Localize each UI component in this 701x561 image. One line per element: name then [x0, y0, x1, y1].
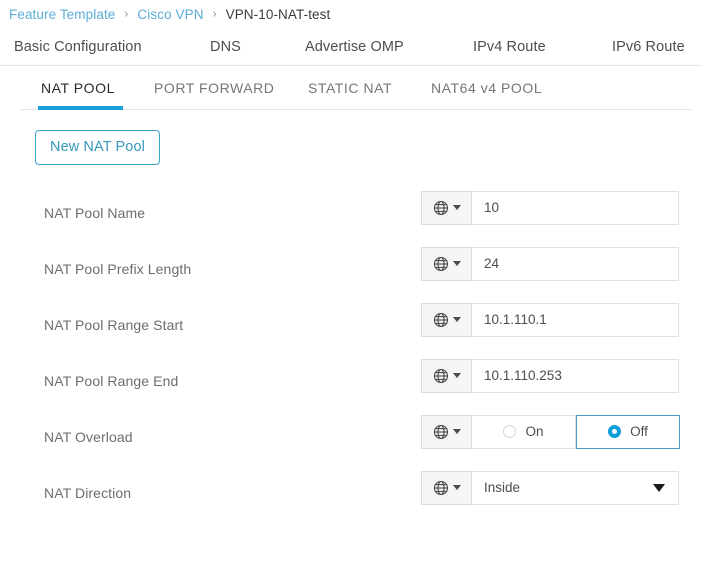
radio-option-off[interactable]: Off — [576, 414, 680, 449]
globe-icon — [433, 200, 449, 216]
breadcrumb-item-cisco-vpn[interactable]: Cisco VPN — [137, 7, 203, 22]
sub-tab-bar: NAT POOL PORT FORWARD STATIC NAT NAT64 v… — [0, 66, 701, 110]
breadcrumb-item-current: VPN-10-NAT-test — [225, 6, 331, 22]
subtab-port-forward[interactable]: PORT FORWARD — [154, 80, 274, 96]
radio-group-nat-overload: On Off — [472, 414, 680, 449]
tab-basic-configuration[interactable]: Basic Configuration — [14, 39, 142, 55]
label-nat-pool-name: NAT Pool Name — [44, 204, 146, 221]
label-nat-pool-prefix-length: NAT Pool Prefix Length — [44, 260, 192, 277]
breadcrumb-separator-icon: › — [212, 6, 217, 21]
chevron-down-icon — [452, 429, 461, 434]
form-row-nat-pool-range-start: NAT Pool Range Start — [0, 302, 701, 359]
globe-icon — [433, 480, 449, 496]
label-nat-direction: NAT Direction — [44, 484, 132, 501]
breadcrumb-item-feature-template[interactable]: Feature Template — [9, 7, 115, 22]
form-row-nat-pool-range-end: NAT Pool Range End — [0, 358, 701, 415]
control-group-nat-pool-range-end — [421, 358, 679, 393]
label-nat-pool-range-start: NAT Pool Range Start — [44, 316, 184, 333]
globe-icon — [433, 256, 449, 272]
scope-dropdown-button[interactable] — [421, 358, 472, 393]
form-row-nat-pool-prefix-length: NAT Pool Prefix Length — [0, 246, 701, 303]
radio-indicator-selected — [608, 425, 622, 438]
control-group-nat-direction: Inside — [421, 470, 679, 505]
label-nat-overload: NAT Overload — [44, 428, 133, 445]
form-row-nat-direction: NAT Direction Inside — [0, 470, 701, 527]
control-group-nat-overload: On Off — [421, 414, 680, 449]
input-nat-pool-name[interactable] — [472, 190, 679, 225]
chevron-down-icon — [653, 483, 665, 492]
radio-option-off-label: Off — [630, 424, 648, 439]
tab-advertise-omp[interactable]: Advertise OMP — [305, 39, 404, 55]
tab-ipv4-route[interactable]: IPv4 Route — [473, 39, 546, 55]
subtab-nat-pool[interactable]: NAT POOL — [41, 80, 115, 96]
form-row-nat-overload: NAT Overload On Off — [0, 414, 701, 471]
scope-dropdown-button[interactable] — [421, 302, 472, 337]
select-nat-direction-value: Inside — [484, 480, 521, 495]
input-nat-pool-range-end[interactable] — [472, 358, 679, 393]
primary-tab-bar: Basic Configuration DNS Advertise OMP IP… — [0, 28, 701, 65]
scope-dropdown-button[interactable] — [421, 190, 472, 225]
globe-icon — [433, 312, 449, 328]
globe-icon — [433, 424, 449, 440]
chevron-down-icon — [452, 373, 461, 378]
control-group-nat-pool-range-start — [421, 302, 679, 337]
input-nat-pool-prefix-length[interactable] — [472, 246, 679, 281]
radio-option-on[interactable]: On — [472, 414, 576, 449]
tab-ipv6-route[interactable]: IPv6 Route — [612, 39, 685, 55]
label-nat-pool-range-end: NAT Pool Range End — [44, 372, 179, 389]
chevron-down-icon — [452, 261, 461, 266]
control-group-nat-pool-prefix-length — [421, 246, 679, 281]
radio-option-on-label: On — [525, 424, 544, 439]
breadcrumb: Feature Template › Cisco VPN › VPN-10-NA… — [0, 0, 701, 28]
subtab-nat64-v4-pool[interactable]: NAT64 v4 POOL — [431, 80, 542, 96]
nat-pool-form: NAT Pool Name NAT Pool Prefix Length — [0, 190, 701, 527]
scope-dropdown-button[interactable] — [421, 414, 472, 449]
subtab-static-nat[interactable]: STATIC NAT — [308, 80, 392, 96]
control-group-nat-pool-name — [421, 190, 679, 225]
active-subtab-indicator — [38, 106, 123, 110]
scope-dropdown-button[interactable] — [421, 470, 472, 505]
chevron-down-icon — [452, 485, 461, 490]
new-nat-pool-button[interactable]: New NAT Pool — [35, 130, 160, 165]
breadcrumb-separator-icon: › — [124, 6, 129, 21]
tab-dns[interactable]: DNS — [210, 39, 241, 55]
select-nat-direction[interactable]: Inside — [472, 470, 679, 505]
chevron-down-icon — [452, 317, 461, 322]
globe-icon — [433, 368, 449, 384]
scope-dropdown-button[interactable] — [421, 246, 472, 281]
form-row-nat-pool-name: NAT Pool Name — [0, 190, 701, 247]
chevron-down-icon — [452, 205, 461, 210]
toolbar: New NAT Pool — [0, 110, 701, 165]
input-nat-pool-range-start[interactable] — [472, 302, 679, 337]
radio-indicator — [503, 425, 517, 438]
